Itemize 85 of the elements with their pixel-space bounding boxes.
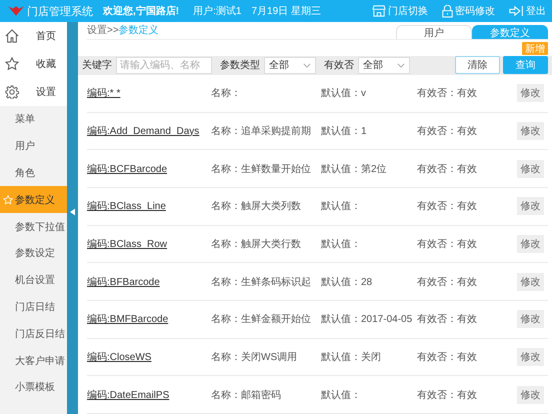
default-value: 默认值：第2位 — [321, 162, 388, 176]
breadcrumb-current: 参数定义 — [118, 25, 159, 36]
param-name: 名称：触屏大类列数 — [211, 200, 302, 214]
valid-status: 有效否：有效 — [417, 388, 478, 402]
default-value: 默认值： — [321, 238, 362, 251]
valid-status: 有效否：有效 — [417, 313, 478, 326]
sidebar-submenu-item[interactable]: 用户 — [0, 132, 67, 160]
valid-status: 有效否：有效 — [417, 162, 478, 176]
sidebar-submenu-item[interactable]: 菜单 — [0, 106, 67, 133]
param-code-link[interactable]: 编码:BClass_Line — [87, 199, 211, 214]
valid-status: 有效否：有效 — [417, 276, 478, 289]
welcome-text: 欢迎您,宁国路店! — [103, 4, 180, 18]
clear-button[interactable]: 清除 — [455, 56, 500, 74]
sidebar-submenu-item[interactable]: 大客户申请 — [0, 347, 67, 374]
param-name: 名称：生鲜数量开始位 — [211, 162, 312, 176]
tab[interactable]: 用户 — [396, 24, 472, 39]
keyword-label: 关键字 — [82, 58, 112, 72]
settings-icon — [5, 85, 19, 99]
param-name: 名称：生鲜金额开始位 — [211, 312, 312, 326]
sidebar-submenu-item[interactable]: 门店日结 — [0, 294, 67, 320]
sidebar-submenu-item[interactable]: 参数定义 — [0, 186, 67, 214]
sidebar-menu-item[interactable]: 收藏 — [0, 50, 67, 78]
param-code-link[interactable]: 编码:CloseWS — [87, 350, 211, 364]
edit-button[interactable]: 修改 — [517, 122, 544, 140]
param-code-link[interactable]: 编码:Add_Demand_Days — [87, 124, 211, 138]
logo-icon — [8, 5, 24, 17]
param-name: 名称：触屏大类行数 — [211, 238, 302, 251]
default-value: 默认值：关闭 — [321, 350, 382, 364]
edit-button[interactable]: 修改 — [517, 386, 544, 404]
date-label: 7月19日 星期三 — [251, 4, 321, 18]
sidebar-submenu-item[interactable]: 小票模板 — [0, 374, 67, 401]
collapse-arrow-icon — [70, 208, 75, 216]
sidebar-submenu-item[interactable]: 参数下拉值 — [0, 213, 67, 240]
edit-button[interactable]: 修改 — [517, 272, 544, 291]
sidebar-submenu-item[interactable]: 机台设置 — [0, 266, 67, 294]
valid-select[interactable]: 全部 — [358, 56, 410, 74]
logout-icon — [509, 5, 524, 17]
edit-button[interactable]: 修改 — [517, 234, 544, 253]
storefront-icon — [372, 5, 386, 17]
default-value: 默认值：1 — [321, 124, 368, 138]
default-value: 默认值：2017-04-05 — [321, 313, 414, 326]
keyword-input[interactable]: 请输入编码、名称 — [116, 56, 212, 74]
param-code-link[interactable]: 编码:BFBarcode — [87, 274, 211, 289]
star-icon — [3, 194, 13, 205]
breadcrumb-parent[interactable]: 设置>> — [87, 25, 119, 36]
valid-status: 有效否：有效 — [417, 124, 478, 138]
valid-status: 有效否：有效 — [417, 238, 478, 251]
valid-status: 有效否：有效 — [417, 200, 478, 214]
sidebar-menu-item[interactable]: 设置 — [0, 78, 67, 106]
sidebar-submenu-item[interactable]: 门店反日结 — [0, 320, 67, 348]
chevron-down-icon — [397, 62, 405, 68]
default-value: 默认值：28 — [321, 276, 374, 289]
param-type-label: 参数类型 — [220, 58, 260, 72]
edit-button[interactable]: 修改 — [517, 84, 544, 102]
sidebar-submenu-item[interactable]: 角色 — [0, 160, 67, 186]
edit-button[interactable]: 修改 — [517, 197, 544, 216]
param-code-link[interactable]: 编码:BClass_Row — [87, 236, 211, 251]
param-code-link[interactable]: 编码:* * — [87, 86, 211, 100]
chevron-down-icon — [303, 62, 311, 68]
edit-button[interactable]: 修改 — [517, 310, 544, 328]
sidebar-submenu-item[interactable]: 参数设定 — [0, 240, 67, 267]
app-title: 门店管理系统 — [27, 4, 93, 18]
param-name: 名称： — [211, 87, 242, 100]
edit-button[interactable]: 修改 — [517, 348, 544, 366]
param-name: 名称：追单采购提前期 — [211, 124, 312, 138]
user-label: 用户:测试1 — [193, 4, 242, 18]
param-code-link[interactable]: 编码:BCFBarcode — [87, 162, 211, 176]
lock-icon — [442, 4, 453, 18]
param-name: 名称：关闭WS调用 — [211, 350, 298, 364]
default-value: 默认值： — [321, 200, 362, 214]
param-type-select[interactable]: 全部 — [264, 56, 316, 74]
default-value: 默认值： — [321, 388, 362, 402]
param-code-link[interactable]: 编码:DateEmailPS — [87, 388, 211, 402]
valid-status: 有效否：有效 — [417, 87, 478, 100]
param-code-link[interactable]: 编码:BMFBarcode — [87, 312, 211, 326]
star-icon — [5, 57, 19, 71]
default-value: 默认值：v — [321, 87, 367, 100]
sidebar-collapse-bar[interactable] — [67, 22, 78, 414]
param-name: 名称：生鲜条码标识起 — [211, 276, 312, 289]
edit-button[interactable]: 修改 — [517, 160, 544, 178]
sidebar-menu-item[interactable]: 首页 — [0, 22, 67, 50]
param-name: 名称：邮箱密码 — [211, 388, 282, 402]
valid-label: 有效否 — [324, 59, 354, 72]
home-icon — [5, 29, 19, 43]
valid-status: 有效否：有效 — [417, 350, 478, 364]
